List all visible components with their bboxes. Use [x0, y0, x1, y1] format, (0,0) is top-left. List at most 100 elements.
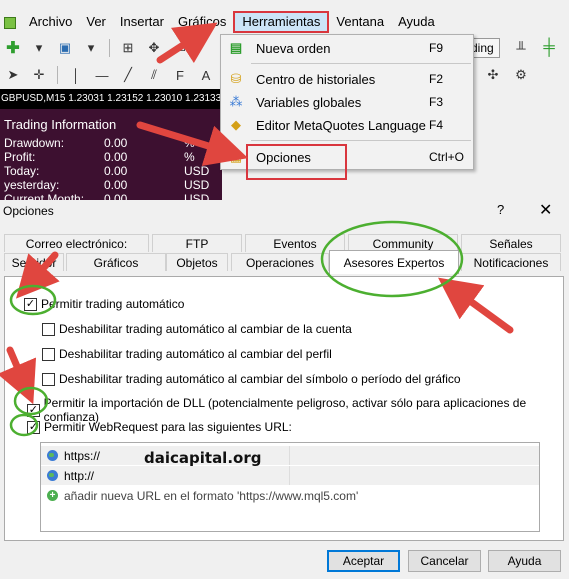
column-divider	[289, 466, 290, 485]
checkbox-label: Deshabilitar trading automático al cambi…	[59, 372, 461, 386]
add-icon: +	[47, 490, 58, 501]
tab-graficos[interactable]: Gráficos	[66, 253, 166, 271]
help-button[interactable]: ?	[497, 202, 504, 217]
history-center-icon: ⛁	[230, 71, 242, 86]
global-variables-icon: ⁂	[229, 94, 243, 109]
menu-item-nueva-orden[interactable]: ▤ Nueva orden F9	[221, 37, 473, 59]
menu-item-label: Centro de historiales	[256, 71, 376, 87]
row-unit: USD	[184, 164, 210, 178]
tab-notificaciones[interactable]: Notificaciones	[461, 253, 561, 271]
crosshair-icon[interactable]: ✛	[28, 65, 50, 85]
options-dialog: Opciones ? ✕ Correo electrónico: FTP Eve…	[0, 200, 569, 579]
row-value: 0.00	[104, 136, 128, 150]
checkbox-unchecked[interactable]	[42, 372, 55, 386]
help-dialog-button[interactable]: Ayuda	[488, 550, 561, 572]
menu-ver[interactable]: Ver	[79, 11, 113, 33]
watermark: daicapital.org	[144, 449, 262, 467]
close-icon[interactable]: ✕	[539, 200, 552, 220]
menu-archivo[interactable]: Archivo	[22, 11, 79, 33]
checkbox-label: Permitir trading automático	[41, 297, 185, 311]
tab-servidor[interactable]: Servidor	[4, 253, 64, 271]
dropdown-arrow-icon[interactable]: ▾	[80, 38, 102, 58]
menu-herramientas[interactable]: Herramientas	[233, 11, 330, 33]
trendline-icon[interactable]: ╱	[117, 65, 139, 85]
bar-chart-icon[interactable]: ╨	[510, 38, 532, 58]
menu-ayuda[interactable]: Ayuda	[391, 11, 442, 33]
row-label: Today:	[4, 164, 40, 178]
trading-info-row: Drawdown: 0.00 %	[0, 136, 222, 150]
menu-bar: Archivo Ver Insertar Gráficos Herramient…	[0, 10, 569, 34]
metatrader-window: Archivo Ver Insertar Gráficos Herramient…	[0, 0, 569, 200]
menu-item-centro-historiales[interactable]: ⛁ Centro de historiales F2	[221, 68, 473, 90]
opciones-highlight-box	[246, 144, 347, 180]
menu-item-variables-globales[interactable]: ⁂ Variables globales F3	[221, 91, 473, 113]
profiles-icon[interactable]: ▣	[54, 38, 76, 58]
menu-item-shortcut: Ctrl+O	[429, 150, 465, 164]
new-chart-icon[interactable]: ✚	[2, 38, 24, 58]
row-unit: %	[184, 136, 195, 150]
checkbox-unchecked[interactable]	[42, 322, 55, 336]
folder-icon[interactable]: ▭	[169, 38, 191, 58]
menu-item-label: Variables globales	[256, 94, 362, 110]
url-list-item[interactable]: http://	[41, 466, 539, 485]
chart-tools-2: ✣ ⚙	[482, 65, 532, 85]
checkbox-checked[interactable]: ✓	[24, 297, 37, 311]
dialog-title: Opciones	[3, 204, 54, 218]
trading-info-title: Trading Information	[4, 117, 117, 132]
tab-senales[interactable]: Señales	[461, 234, 561, 252]
horizontal-line-icon[interactable]: —	[91, 65, 113, 85]
fibonacci-icon[interactable]: F	[169, 65, 191, 85]
menu-insertar[interactable]: Insertar	[113, 11, 171, 33]
tab-ftp[interactable]: FTP	[152, 234, 242, 252]
checkbox-unchecked[interactable]	[42, 347, 55, 361]
checkbox-checked[interactable]: ✓	[27, 403, 40, 417]
chart-window[interactable]: GBPUSD,M15 1.23031 1.23152 1.23010 1.231…	[0, 89, 222, 200]
app-icon	[2, 15, 16, 29]
menu-item-shortcut: F9	[429, 41, 444, 55]
vertical-line-icon[interactable]: │	[65, 65, 87, 85]
globe-icon	[47, 470, 58, 481]
cancel-button[interactable]: Cancelar	[408, 550, 481, 572]
options-icon: ▦	[229, 149, 243, 164]
menu-graficos[interactable]: Gráficos	[171, 11, 233, 33]
checkbox-row-auto-trading[interactable]: ✓ Permitir trading automático	[24, 297, 184, 311]
tab-correo[interactable]: Correo electrónico:	[4, 234, 149, 252]
chart-tools: ╨ ╪	[510, 38, 560, 58]
navigator-icon[interactable]: ✥	[143, 38, 165, 58]
accept-button[interactable]: Aceptar	[327, 550, 400, 572]
dropdown-arrow-icon[interactable]: ▾	[28, 38, 50, 58]
tab-asesores-expertos[interactable]: Asesores Expertos	[329, 250, 459, 274]
add-url-text: añadir nueva URL en el formato 'https://…	[64, 488, 359, 503]
url-text: https://	[64, 448, 101, 463]
candlestick-icon[interactable]: ╪	[538, 38, 560, 58]
url-list-item[interactable]: https://	[41, 446, 539, 465]
checkbox-row-disable-account[interactable]: Deshabilitar trading automático al cambi…	[42, 322, 352, 336]
row-label: Current Month:	[4, 192, 85, 200]
trading-info-row: yesterday: 0.00 USD	[0, 178, 222, 192]
checkbox-row-disable-profile[interactable]: Deshabilitar trading automático al cambi…	[42, 347, 332, 361]
new-order-icon: ▤	[229, 40, 243, 55]
menu-ventana[interactable]: Ventana	[329, 11, 391, 33]
menu-divider	[251, 140, 471, 141]
menu-item-label: Nueva orden	[256, 40, 331, 56]
tab-objetos[interactable]: Objetos	[166, 253, 228, 271]
trading-info-row: Profit: 0.00 %	[0, 150, 222, 164]
row-label: Drawdown:	[4, 136, 65, 150]
checkbox-checked[interactable]: ✓	[27, 420, 40, 434]
tab-operaciones[interactable]: Operaciones	[231, 253, 329, 271]
text-icon[interactable]: A	[195, 65, 217, 85]
checkbox-row-webrequest[interactable]: ✓ Permitir WebRequest para las siguiente…	[27, 420, 292, 434]
zoom-icon[interactable]: ⚙	[510, 65, 532, 85]
row-value: 0.00	[104, 150, 128, 164]
trading-info-row: Current Month: 0.00 USD	[0, 192, 222, 200]
checkbox-row-disable-symbol[interactable]: Deshabilitar trading automático al cambi…	[42, 372, 461, 386]
url-text: http://	[64, 468, 95, 483]
channel-icon[interactable]: ⫽	[143, 65, 165, 85]
checkbox-label: Deshabilitar trading automático al cambi…	[59, 347, 332, 361]
add-url-item[interactable]: + añadir nueva URL en el formato 'https:…	[41, 486, 539, 505]
cursor-icon[interactable]: ➤	[2, 65, 24, 85]
grid-icon[interactable]: ✣	[482, 65, 504, 85]
menu-item-metaeditor[interactable]: ◆ Editor MetaQuotes Language F4	[221, 114, 473, 136]
market-watch-icon[interactable]: ⊞	[117, 38, 139, 58]
menu-item-shortcut: F4	[429, 118, 444, 132]
